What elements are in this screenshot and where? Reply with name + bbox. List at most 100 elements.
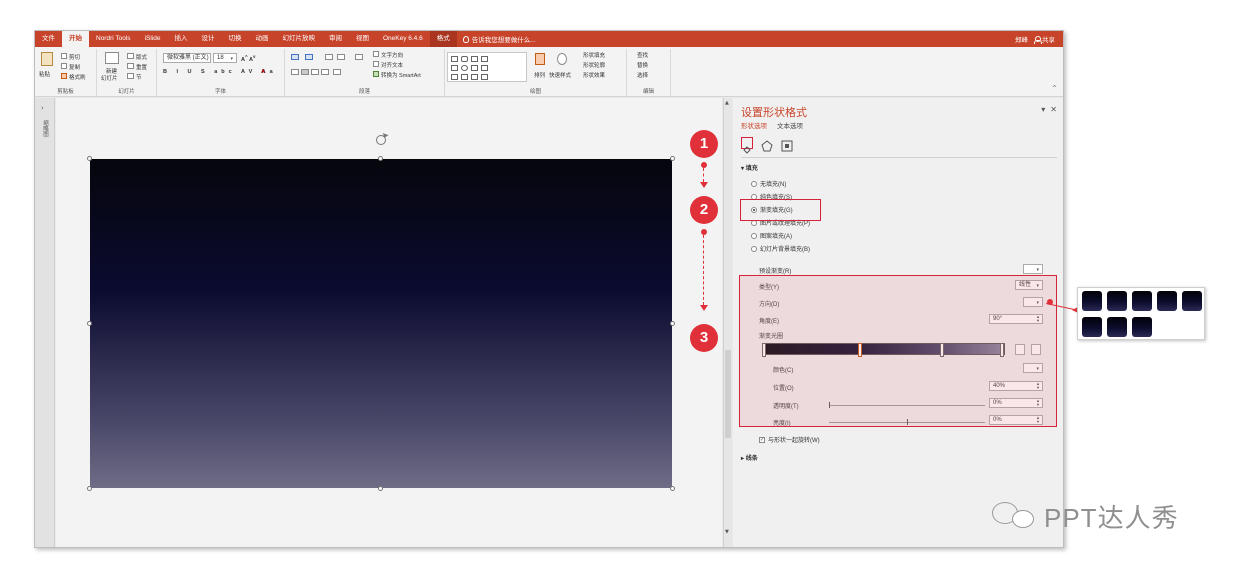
indent-icon[interactable] xyxy=(325,54,333,60)
radio-no-fill[interactable]: 无填充(N) xyxy=(751,179,786,188)
tab-slideshow[interactable]: 幻灯片放映 xyxy=(275,31,322,47)
preset-swatch-7[interactable] xyxy=(1107,317,1127,337)
shape-rect2-icon[interactable] xyxy=(471,65,478,71)
tab-shape-options[interactable]: 形状选项 xyxy=(741,120,767,130)
replace-button[interactable]: 替换 xyxy=(637,61,648,69)
resize-handle-bl[interactable] xyxy=(87,486,92,491)
collapse-ribbon-icon[interactable]: ^ xyxy=(1052,85,1057,92)
line-spacing-icon[interactable] xyxy=(355,54,363,60)
shape-triangle-icon[interactable] xyxy=(481,65,488,71)
font-size-dropdown[interactable]: 18 ▾ xyxy=(213,53,237,63)
fill-line-icon[interactable] xyxy=(741,137,753,154)
shape-fill-button[interactable]: 形状填充 xyxy=(583,51,605,59)
fill-section-header[interactable]: ▾ 填充 xyxy=(741,163,758,172)
shape-roundrect-icon[interactable] xyxy=(461,56,468,62)
shape-oval-icon[interactable] xyxy=(461,65,468,71)
arrange-icon[interactable] xyxy=(535,53,545,65)
user-name[interactable]: 郑峰 xyxy=(1015,34,1028,44)
text-direction-button[interactable]: 文字方向 xyxy=(381,51,403,59)
shape-outline-button[interactable]: 形状轮廓 xyxy=(583,61,605,69)
radio-background-fill[interactable]: 幻灯片背景填充(B) xyxy=(751,244,810,253)
resize-handle-b[interactable] xyxy=(378,486,383,491)
preset-swatch-6[interactable] xyxy=(1082,317,1102,337)
columns-icon[interactable] xyxy=(333,69,341,75)
resize-handle-tl[interactable] xyxy=(87,156,92,161)
tab-transitions[interactable]: 切换 xyxy=(221,31,248,47)
pane-menu-icon[interactable]: ▾ xyxy=(1041,105,1045,114)
numbering-icon[interactable] xyxy=(305,54,313,60)
format-painter-button[interactable]: 格式刷 xyxy=(69,73,86,81)
align-center-icon[interactable] xyxy=(301,69,309,75)
preset-swatch-1[interactable] xyxy=(1082,291,1102,311)
tab-onekey[interactable]: OneKey 6.4.6 xyxy=(376,31,430,47)
shape-brace-icon[interactable] xyxy=(471,74,478,80)
tell-me-box[interactable]: 告诉我您想要做什么... xyxy=(462,34,536,44)
tab-insert[interactable]: 插入 xyxy=(167,31,194,47)
tab-text-options[interactable]: 文本选项 xyxy=(777,120,803,130)
tab-view[interactable]: 视图 xyxy=(349,31,376,47)
font-style-buttons[interactable]: B I U S abc AV Aa xyxy=(163,69,277,75)
resize-handle-tr[interactable] xyxy=(670,156,675,161)
shape-arrow-icon[interactable] xyxy=(451,74,458,80)
paste-icon[interactable] xyxy=(41,52,53,66)
effects-icon[interactable] xyxy=(761,137,773,152)
outdent-icon[interactable] xyxy=(337,54,345,60)
resize-handle-l[interactable] xyxy=(87,321,92,326)
scroll-down-icon[interactable]: ▼ xyxy=(725,529,729,535)
preset-swatch-2[interactable] xyxy=(1107,291,1127,311)
thumbnail-strip[interactable]: › 缩略图 xyxy=(35,98,55,547)
tab-home[interactable]: 开始 xyxy=(62,31,89,47)
tab-file[interactable]: 文件 xyxy=(35,31,62,47)
resize-handle-r[interactable] xyxy=(670,321,675,326)
rotate-with-shape-checkbox[interactable]: ✓ 与形状一起旋转(W) xyxy=(759,435,820,444)
shape-arrow2-icon[interactable] xyxy=(461,74,468,80)
close-icon[interactable]: ✕ xyxy=(1050,105,1057,114)
shape-textbox-icon[interactable] xyxy=(471,56,478,62)
shape-star-icon[interactable] xyxy=(481,74,488,80)
cut-button[interactable]: 剪切 xyxy=(69,53,80,61)
section-button[interactable]: 节 xyxy=(136,73,142,81)
quick-styles-icon[interactable] xyxy=(557,53,567,65)
shapes-gallery[interactable] xyxy=(447,52,527,82)
find-button[interactable]: 查找 xyxy=(637,51,648,59)
align-text-button[interactable]: 对齐文本 xyxy=(381,61,403,69)
justify-icon[interactable] xyxy=(321,69,329,75)
font-color-button[interactable]: A xyxy=(261,69,265,75)
convert-smartart-button[interactable]: 转换为 SmartArt xyxy=(381,71,421,79)
shape-square-icon[interactable] xyxy=(451,65,458,71)
radio-pattern-fill[interactable]: 图案填充(A) xyxy=(751,231,792,240)
resize-handle-t[interactable] xyxy=(378,156,383,161)
preset-swatch-5[interactable] xyxy=(1182,291,1202,311)
resize-handle-br[interactable] xyxy=(670,486,675,491)
reset-button[interactable]: 重置 xyxy=(136,63,147,71)
tab-review[interactable]: 审阅 xyxy=(322,31,349,47)
shape-effects-button[interactable]: 形状效果 xyxy=(583,71,605,79)
align-right-icon[interactable] xyxy=(311,69,319,75)
preset-swatch-4[interactable] xyxy=(1157,291,1177,311)
rotate-handle-icon[interactable] xyxy=(376,135,386,145)
tab-islide[interactable]: iSlide xyxy=(138,31,168,47)
canvas-scrollbar[interactable]: ▲ ▼ xyxy=(723,98,732,547)
tab-format[interactable]: 格式 xyxy=(429,31,457,47)
tab-nordri-tools[interactable]: Nordri Tools xyxy=(89,31,138,47)
chevron-right-icon[interactable]: › xyxy=(41,104,44,112)
copy-button[interactable]: 复制 xyxy=(69,63,80,71)
grow-font-button[interactable]: A^ Av xyxy=(241,54,256,63)
scroll-thumb[interactable] xyxy=(725,350,731,438)
select-button[interactable]: 选择 xyxy=(637,71,648,79)
line-section-header[interactable]: ▸ 线条 xyxy=(741,453,758,462)
layout-button[interactable]: 版式 xyxy=(136,53,147,61)
font-name-dropdown[interactable]: 微软雅黑 (正文) xyxy=(163,53,211,63)
bullets-icon[interactable] xyxy=(291,54,299,60)
size-properties-icon[interactable] xyxy=(781,137,793,152)
scroll-up-icon[interactable]: ▲ xyxy=(725,100,729,106)
align-left-icon[interactable] xyxy=(291,69,299,75)
new-slide-icon[interactable] xyxy=(105,52,119,64)
gradient-rectangle-shape[interactable] xyxy=(87,156,675,491)
shape-rect-icon[interactable] xyxy=(451,56,458,62)
tab-design[interactable]: 设计 xyxy=(194,31,221,47)
preset-gradient-dropdown[interactable]: ▾ xyxy=(1023,264,1043,274)
share-button[interactable]: 共享 xyxy=(1034,34,1055,44)
tab-animations[interactable]: 动画 xyxy=(248,31,275,47)
shape-line-icon[interactable] xyxy=(481,56,488,62)
